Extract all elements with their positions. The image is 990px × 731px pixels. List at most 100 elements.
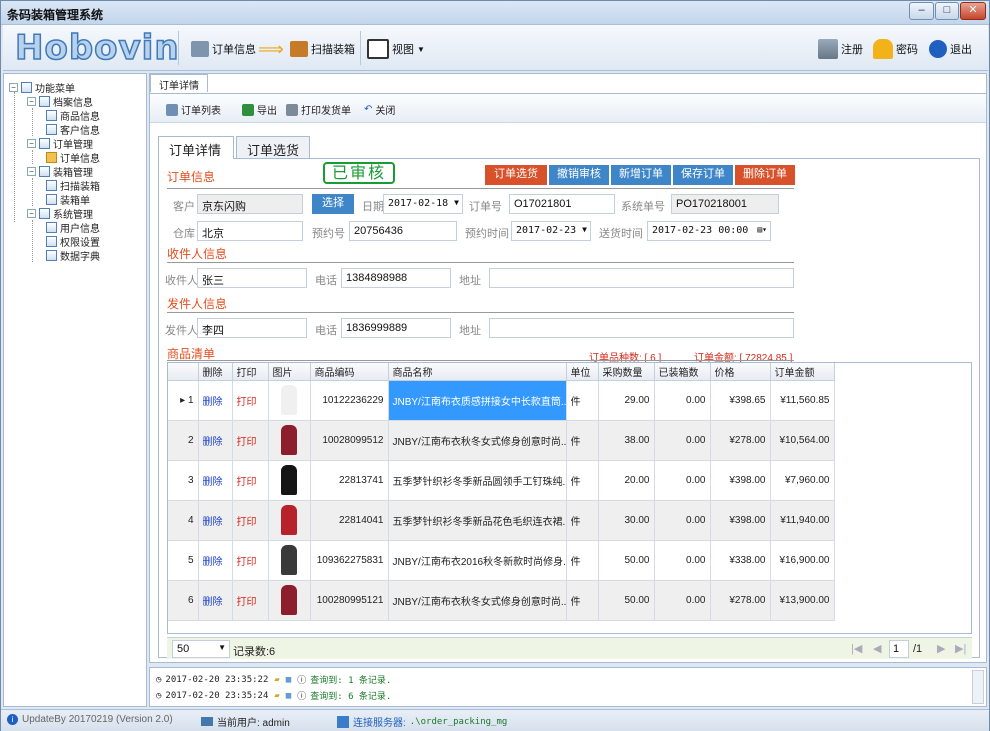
order-amount: ¥16,900.00 (770, 540, 835, 581)
print-link[interactable]: 打印 (232, 580, 269, 621)
last-page-icon[interactable]: ▶| (955, 642, 966, 655)
tree-node-customer[interactable]: 客户信息 (46, 122, 100, 137)
prev-page-icon[interactable]: ◀ (873, 642, 881, 655)
page-number-input[interactable]: 1 (889, 640, 909, 658)
header-code[interactable]: 商品编码 (310, 363, 389, 381)
receiver-addr-field[interactable] (489, 268, 794, 288)
password-label: 密码 (896, 44, 918, 56)
product-name[interactable]: JNBY/江南布衣秋冬女式修身创意时尚... (388, 420, 567, 461)
delete-link[interactable]: 删除 (198, 540, 233, 581)
register-button[interactable]: 注册 (818, 39, 863, 59)
close-window-button[interactable]: ✕ (960, 2, 986, 20)
tree-node-scan-pack[interactable]: 扫描装箱 (46, 178, 100, 193)
tree-node-data-dictionary[interactable]: 数据字典 (46, 248, 100, 263)
delete-link[interactable]: 删除 (198, 580, 233, 621)
order-no-field[interactable]: O17021801 (509, 194, 615, 214)
pretime-picker[interactable]: 2017-02-23 ▼ (511, 221, 591, 241)
product-name[interactable]: JNBY/江南布衣秋冬女式修身创意时尚... (388, 580, 567, 621)
table-row[interactable]: 5 删除 打印 109362275831 JNBY/江南布衣2016秋冬新款时尚修身..… (168, 540, 835, 581)
choose-customer-button[interactable]: 选择 (312, 194, 354, 214)
header-packed[interactable]: 已装箱数 (654, 363, 711, 381)
close-document-button[interactable]: ↶ 关闭 (364, 102, 395, 117)
next-page-icon[interactable]: ▶ (937, 642, 945, 655)
minimize-button[interactable]: – (909, 2, 934, 20)
password-button[interactable]: 密码 (873, 39, 918, 59)
save-order-button[interactable]: 保存订单 (673, 165, 733, 185)
new-order-button[interactable]: 新增订单 (611, 165, 671, 185)
tree-node-order-mgmt[interactable]: − 订单管理 (27, 136, 93, 151)
delete-link[interactable]: 删除 (198, 380, 233, 421)
prebook-field[interactable]: 20756436 (349, 221, 457, 241)
header-amount[interactable]: 订单金额 (770, 363, 835, 381)
print-link[interactable]: 打印 (232, 500, 269, 541)
product-code: 100280995121 (310, 580, 389, 621)
page-size-select[interactable]: 50 ▼ (172, 640, 230, 658)
header-unit[interactable]: 单位 (566, 363, 599, 381)
revoke-audit-button[interactable]: 撤销审核 (549, 165, 609, 185)
network-icon (337, 715, 349, 728)
sender-addr-field[interactable] (489, 318, 794, 338)
date-picker[interactable]: 2017-02-18 ▼ (383, 194, 463, 214)
sys-no-label: 系统单号 (621, 201, 665, 213)
receiver-name-field[interactable]: 张三 (197, 268, 307, 288)
warehouse-field[interactable]: 北京 (197, 221, 303, 241)
tree-node-sys-mgmt[interactable]: − 系统管理 (27, 206, 93, 221)
product-name[interactable]: 五季梦针织衫冬季新品花色毛织连衣裙... (388, 500, 567, 541)
tree-node-archive[interactable]: − 档案信息 (27, 94, 93, 109)
tree-node-order-info[interactable]: 订单信息 (46, 150, 100, 165)
delete-link[interactable]: 删除 (198, 500, 233, 541)
order-list-button[interactable]: 订单列表 (166, 102, 221, 117)
table-row[interactable]: 6 删除 打印 100280995121 JNBY/江南布衣秋冬女式修身创意时尚... 件… (168, 580, 835, 621)
sender-name-field[interactable]: 李四 (197, 318, 307, 338)
maximize-button[interactable]: □ (935, 2, 959, 20)
header-print[interactable]: 打印 (232, 363, 269, 381)
table-row[interactable]: 2 删除 打印 10028099512 JNBY/江南布衣秋冬女式修身创意时尚... 件 3… (168, 420, 835, 461)
first-page-icon[interactable]: |◀ (851, 642, 862, 655)
tab-order-select[interactable]: 订单选货 (236, 136, 310, 158)
delete-link[interactable]: 删除 (198, 460, 233, 501)
product-name[interactable]: JNBY/江南布衣质感拼接女中长款直筒... (388, 380, 567, 421)
order-info-toolbar-button[interactable]: 订单信息 (191, 39, 256, 59)
header-picture[interactable]: 图片 (268, 363, 311, 381)
exit-button[interactable]: 退出 (929, 39, 972, 59)
view-dropdown-button[interactable]: 视图 ▼ (367, 39, 425, 59)
sender-name-label: 发件人 (165, 325, 198, 337)
row-number: 5 (168, 540, 199, 581)
scan-pack-toolbar-button[interactable]: 扫描装箱 (290, 39, 355, 59)
status-bar: i UpdateBy 20170219 (Version 2.0) 当前用户: a… (1, 709, 989, 731)
header-qty[interactable]: 采购数量 (598, 363, 655, 381)
delete-link[interactable]: 删除 (198, 420, 233, 461)
disk-icon: ▦ (285, 690, 292, 701)
print-link[interactable]: 打印 (232, 420, 269, 461)
table-row[interactable]: ▸ 1 删除 打印 10122236229 JNBY/江南布衣质感拼接女中长款直筒...… (168, 380, 835, 421)
packed-qty: 0.00 (654, 500, 711, 541)
print-link[interactable]: 打印 (232, 380, 269, 421)
tree-node-permissions[interactable]: 权限设置 (46, 234, 100, 249)
order-select-button[interactable]: 订单选货 (485, 165, 547, 185)
print-link[interactable]: 打印 (232, 460, 269, 501)
header-price[interactable]: 价格 (710, 363, 771, 381)
product-name[interactable]: 五季梦针织衫冬季新品圆领手工钉珠纯... (388, 460, 567, 501)
tree-node-goods[interactable]: 商品信息 (46, 108, 100, 123)
header-name[interactable]: 商品名称 (388, 363, 567, 381)
log-scrollbar[interactable] (972, 670, 984, 704)
product-name[interactable]: JNBY/江南布衣2016秋冬新款时尚修身... (388, 540, 567, 581)
delete-order-button[interactable]: 删除订单 (735, 165, 795, 185)
sender-phone-field[interactable]: 1836999889 (341, 318, 451, 338)
tab-order-detail[interactable]: 订单详情 (158, 136, 234, 159)
print-link[interactable]: 打印 (232, 540, 269, 581)
table-row[interactable]: 3 删除 打印 22813741 五季梦针织衫冬季新品圆领手工钉珠纯... 件 20.00 0… (168, 460, 835, 501)
print-shipping-button[interactable]: 打印发货单 (286, 102, 351, 117)
tree-node-root[interactable]: − 功能菜单 (9, 80, 75, 95)
ship-time-picker[interactable]: 2017-02-23 00:00 ▤▾ (647, 221, 771, 241)
tree-node-pack-list[interactable]: 装箱单 (46, 192, 90, 207)
tree-node-user-info[interactable]: 用户信息 (46, 220, 100, 235)
export-button[interactable]: 导出 (242, 102, 277, 117)
customer-field[interactable]: 京东闪购 (197, 194, 303, 214)
table-row[interactable]: 4 删除 打印 22814041 五季梦针织衫冬季新品花色毛织连衣裙... 件 30.00 0… (168, 500, 835, 541)
receiver-phone-field[interactable]: 1384898988 (341, 268, 451, 288)
product-image (268, 460, 311, 501)
header-delete[interactable]: 删除 (198, 363, 233, 381)
tab-order-detail-document[interactable]: 订单详情 (150, 74, 208, 92)
tree-node-pack-mgmt[interactable]: − 装箱管理 (27, 164, 93, 179)
